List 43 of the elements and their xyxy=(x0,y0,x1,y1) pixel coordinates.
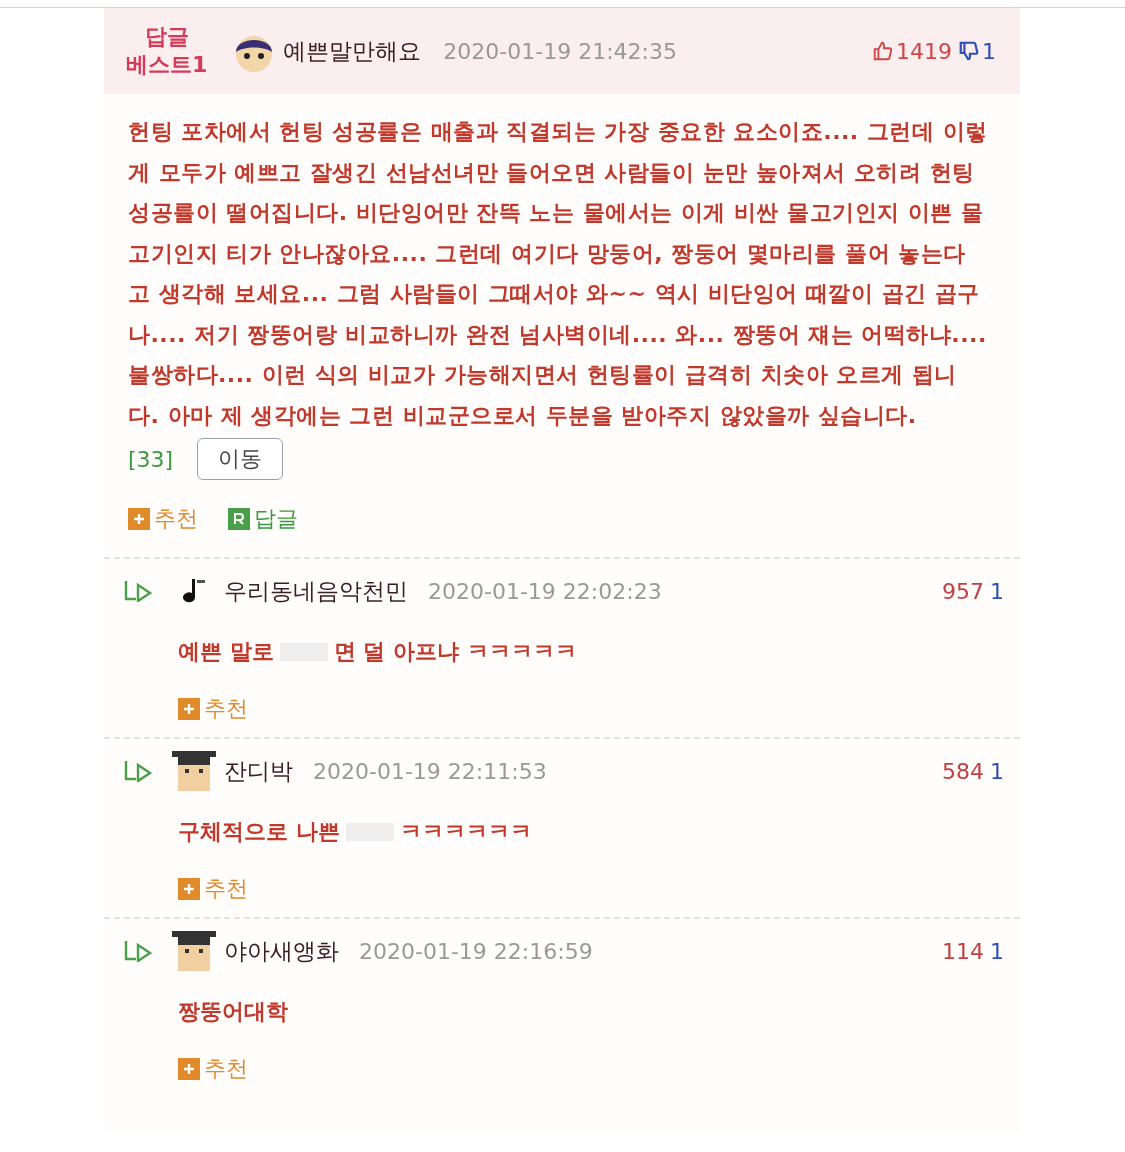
downvote-count: 1 xyxy=(990,937,1004,966)
author-name: 우리동네음악천민 xyxy=(224,576,408,606)
plus-icon xyxy=(178,697,200,720)
upvote-count: 114 xyxy=(942,937,984,966)
upvote-count: 584 xyxy=(942,757,984,786)
downvote-count: 1 xyxy=(990,757,1004,786)
comment-date: 2020-01-19 22:16:59 xyxy=(359,937,593,966)
author-name: 야아새앵화 xyxy=(224,936,339,966)
reply-text: 짱뚱어대학 xyxy=(178,998,288,1026)
reply-button[interactable]: 답글 xyxy=(228,502,298,535)
reply-count: [33] xyxy=(128,445,174,474)
reply-text: ㅋㅋㅋㅋㅋㅋ xyxy=(399,818,532,846)
recommend-button[interactable]: 추천 xyxy=(178,872,248,905)
upvote-count: 1419 xyxy=(896,37,952,66)
plus-icon xyxy=(178,877,200,900)
comment-text: 헌팅 포차에서 헌팅 성공률은 매출과 직결되는 가장 중요한 요소이죠.... 그런데 이렇게 모두가 예쁘고 잘생긴 선남선녀만 들어오면 사람들이 눈만 높아져서 오히려 헌팅 성공률이 떨어집니다. 비단잉어만 잔뜩 노는 물에서는 이게 비싼 물고기인지 이쁜 물고기인지 티가 안나잖아요.... 그런데 여기다 망둥어, 짱둥어 몇마리를 풀어 놓는다고 생각해 보세요... 그럼 사람들이 그때서야 와~~ 역시 비단잉어 때깔이 곱긴 곱구나.... 저기 짱뚱어랑 비교하니까 완전 넘사벽이네.... 와... 짱뚱어 쟤는 어떡하냐.... 불쌍하다.... 이런 식의 비교가 가능해지면서 헌팅률이 급격히 치솟아 오르게 됩니다. 아마 제 생각에는 그런 비교군으로서 두분을 받아주지 않았을까 싶습니다. xyxy=(128,118,988,430)
reply-icon xyxy=(228,507,250,530)
author-name: 예쁜말만해요 xyxy=(283,36,422,66)
comment-date: 2020-01-19 22:02:23 xyxy=(428,577,662,606)
move-button[interactable]: 이동 xyxy=(197,438,284,480)
recommend-button[interactable]: 추천 xyxy=(128,502,198,535)
reply-arrow-icon xyxy=(124,580,154,602)
best-badge-text: 베스트1 xyxy=(126,51,208,79)
reply-arrow-icon xyxy=(124,940,154,962)
comment-date: 2020-01-19 21:42:35 xyxy=(443,37,677,66)
best-badge-text: 답글 xyxy=(144,23,189,51)
downvote-count: 1 xyxy=(990,577,1004,606)
thumbs-down-icon[interactable] xyxy=(958,40,980,62)
reply-text: 구체적으로 나쁜 xyxy=(178,818,340,846)
reply-text: 면 덜 아프냐 ㅋㅋㅋㅋㅋ xyxy=(333,638,577,666)
student-avatar-icon xyxy=(172,749,216,793)
upvote-count: 957 xyxy=(942,577,984,606)
plus-icon xyxy=(178,1057,200,1080)
comment-date: 2020-01-19 22:11:53 xyxy=(313,757,547,786)
student-avatar-icon xyxy=(172,929,216,973)
thumbs-up-icon[interactable] xyxy=(872,40,894,62)
reply-text: 예쁜 말로 xyxy=(178,638,274,666)
plus-icon xyxy=(128,507,150,530)
reply-arrow-icon xyxy=(124,760,154,782)
downvote-count: 1 xyxy=(982,37,996,66)
recommend-button[interactable]: 추천 xyxy=(178,692,248,725)
author-name: 잔디박 xyxy=(224,756,293,786)
recommend-button[interactable]: 추천 xyxy=(178,1052,248,1085)
